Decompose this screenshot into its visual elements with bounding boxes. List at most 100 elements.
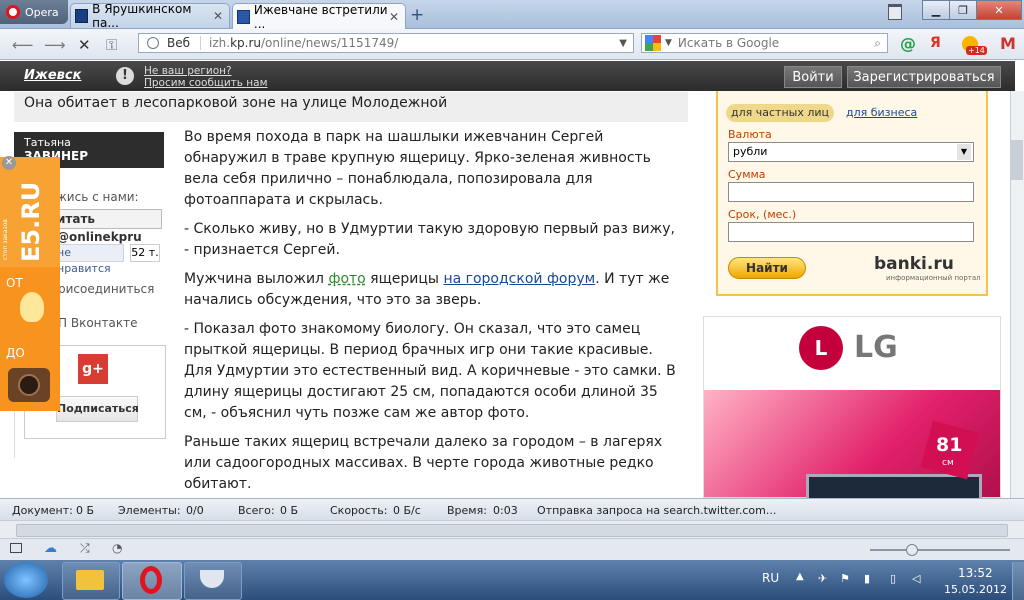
doc-value: 0 Б: [76, 504, 95, 517]
network-icon[interactable]: ▮: [864, 572, 870, 585]
search-placeholder: Искать в Google: [677, 36, 780, 50]
key-icon[interactable]: ⚿: [106, 36, 117, 54]
address-mode-label: Веб: [167, 36, 202, 50]
article-subtitle: Она обитает в лесопарковой зоне на улице…: [14, 92, 688, 122]
forward-icon[interactable]: ⟶: [44, 36, 66, 54]
elements-label: Элементы:: [118, 504, 181, 517]
zoom-handle[interactable]: [906, 544, 918, 556]
address-bar[interactable]: Веб izh. kp.ru/online/news/1151749/ ▼: [138, 33, 634, 53]
doc-label: Документ:: [12, 504, 73, 517]
article-paragraph: - Показал фото знакомому биологу. Он ска…: [184, 321, 676, 421]
new-tab-icon[interactable]: +: [410, 5, 424, 25]
start-button[interactable]: [4, 562, 48, 598]
show-desktop-button[interactable]: [1012, 562, 1024, 600]
keyboard-language[interactable]: RU: [762, 571, 779, 585]
clock-date[interactable]: 15.05.2012: [944, 583, 1007, 596]
gmail-icon[interactable]: M: [1000, 34, 1016, 53]
tab-yarushkinsky[interactable]: В Ярушкинском па... ✕: [70, 2, 230, 30]
region-notice[interactable]: Не ваш регион? Просим сообщить нам: [144, 65, 268, 89]
speed-value: 0 Б/с: [393, 504, 421, 517]
globe-icon: [147, 37, 159, 49]
join-link[interactable]: рисоединиться: [58, 282, 154, 296]
tab-title: В Ярушкинском па...: [92, 2, 192, 30]
horizontal-scrollbar[interactable]: [0, 520, 1024, 539]
yandex-icon[interactable]: Я: [930, 35, 941, 51]
folder-icon: [76, 570, 104, 590]
clock-time[interactable]: 13:52: [958, 566, 993, 580]
flag-icon[interactable]: ⚑: [840, 572, 850, 585]
ad-close-icon[interactable]: ✕: [2, 156, 16, 170]
vk-link[interactable]: П Вконтакте: [58, 316, 137, 330]
share-icon[interactable]: ⤮: [80, 541, 90, 556]
mail-icon[interactable]: @: [900, 34, 916, 53]
login-button[interactable]: Войти: [784, 66, 842, 88]
fb-like-button[interactable]: не нравится: [56, 244, 124, 275]
status-bar: Документ: 0 Б Элементы: 0/0 Всего: 0 Б С…: [0, 498, 1024, 521]
tab-business[interactable]: для бизнеса: [846, 106, 917, 119]
photo-link[interactable]: фото: [328, 271, 365, 287]
battery-icon[interactable]: ▯: [890, 572, 896, 585]
follow-label: жись с нами:: [56, 190, 139, 204]
back-icon[interactable]: ⟵: [12, 36, 34, 54]
opera-menu-button[interactable]: Opera: [0, 0, 68, 24]
lightbulb-icon: [20, 292, 44, 322]
region-line2: Просим сообщить нам: [144, 77, 268, 89]
currency-label: Валюта: [728, 128, 772, 141]
register-button[interactable]: Зарегистрироваться: [847, 66, 1001, 88]
camera-lens-icon: [18, 374, 40, 396]
like-count: 52 т.: [130, 244, 160, 262]
restore-icon[interactable]: ❐: [949, 0, 977, 20]
time-label: Время:: [447, 504, 487, 517]
panel-toggle-icon[interactable]: [10, 543, 22, 553]
forum-link[interactable]: на городской форум: [443, 271, 595, 287]
close-tab-icon[interactable]: ✕: [213, 9, 223, 23]
volume-icon[interactable]: ◁: [912, 572, 920, 585]
city-link[interactable]: Ижевск: [24, 68, 81, 83]
article-paragraph: Раньше таких ящериц встречали далеко за …: [184, 434, 663, 492]
term-label: Срок, (мес.): [728, 208, 797, 221]
subscribe-button[interactable]: Подписаться: [56, 396, 139, 422]
browser-bottom-bar: ☁ ⤮ ◔: [0, 538, 1024, 561]
search-icon[interactable]: ⌕: [874, 36, 881, 51]
search-engine-dropdown-icon[interactable]: ▼: [665, 38, 672, 48]
total-label: Всего:: [238, 504, 275, 517]
e5-tagline: стоп заказов: [2, 219, 9, 260]
close-tab-icon[interactable]: ✕: [389, 10, 399, 24]
minimize-icon[interactable]: ▁: [922, 0, 950, 20]
article-paragraph: Во время похода в парк на шашлыки ижевча…: [184, 129, 651, 208]
author-first-name: Татьяна: [24, 136, 71, 149]
sum-input[interactable]: [728, 182, 974, 202]
search-field[interactable]: ▼ Искать в Google ⌕: [641, 33, 888, 53]
gplus-icon[interactable]: g+: [78, 354, 108, 384]
window-close-icon[interactable]: ✕: [976, 0, 1022, 20]
zoom-slider[interactable]: [870, 549, 1010, 551]
currency-select[interactable]: рубли ▼: [728, 142, 974, 162]
size-value: 81: [936, 434, 963, 456]
scroll-thumb[interactable]: [1011, 140, 1023, 180]
region-line1: Не ваш регион?: [144, 65, 232, 77]
cloud-icon[interactable]: ☁: [44, 541, 57, 556]
e5-logo: E5.RU: [17, 181, 45, 262]
size-unit: см: [942, 458, 954, 468]
speedometer-icon[interactable]: ◔: [112, 541, 122, 555]
opera-icon: [140, 566, 162, 594]
address-dropdown-icon[interactable]: ▼: [619, 38, 627, 49]
banki-logo: banki.ru: [874, 254, 954, 274]
tab-private[interactable]: для частных лиц: [726, 104, 834, 122]
find-button[interactable]: Найти: [728, 257, 806, 279]
notification-badge: +14: [966, 46, 987, 55]
twitter-follow-button[interactable]: итать @onlinekpru: [56, 209, 162, 244]
tray-app-icon[interactable]: ✈: [818, 572, 827, 585]
tray-expand-icon[interactable]: ▲: [796, 571, 804, 582]
address-host-prefix: izh.: [209, 36, 231, 50]
chevron-down-icon[interactable]: ▼: [957, 144, 971, 160]
term-input[interactable]: [728, 222, 974, 242]
hscroll-thumb[interactable]: [16, 524, 1008, 537]
trash-icon[interactable]: [888, 4, 902, 20]
opera-logo-icon: [6, 5, 20, 19]
text-run: Мужчина выложил: [184, 271, 329, 287]
stop-icon[interactable]: ✕: [78, 36, 91, 54]
e5-from: ОТ: [6, 276, 23, 290]
article-body: Во время похода в парк на шашлыки ижевча…: [184, 127, 684, 503]
tab-izhevchane[interactable]: Ижевчане встретили ... ✕: [232, 3, 406, 31]
